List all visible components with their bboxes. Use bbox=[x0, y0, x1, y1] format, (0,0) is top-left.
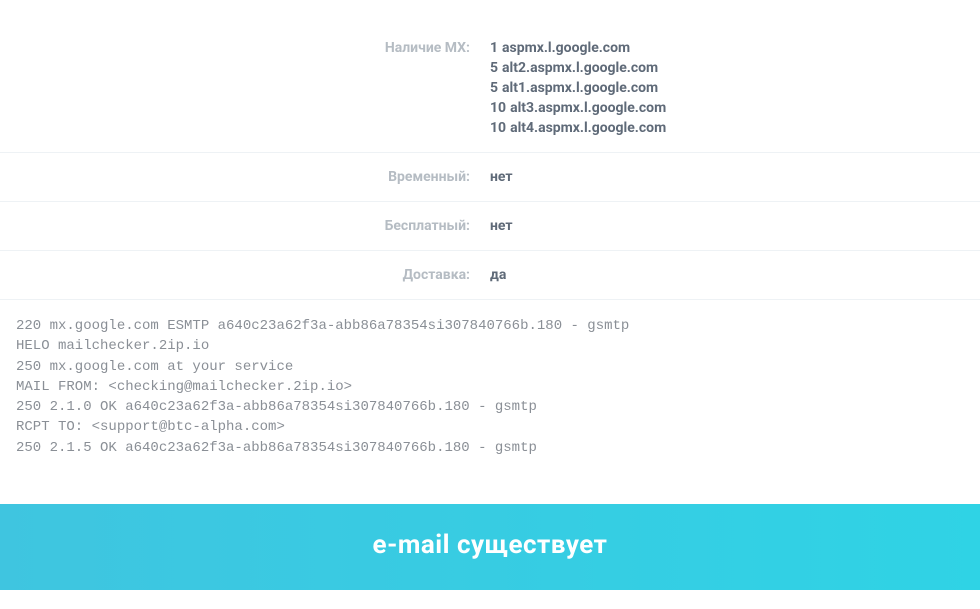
row-delivery-label: Доставка: bbox=[0, 267, 490, 283]
result-rows: Наличие MX: 1 aspmx.l.google.com 5 alt2.… bbox=[0, 0, 980, 300]
row-mx-value: 1 aspmx.l.google.com 5 alt2.aspmx.l.goog… bbox=[490, 40, 980, 136]
smtp-log: 220 mx.google.com ESMTP a640c23a62f3a-ab… bbox=[0, 300, 980, 474]
mx-priority: 1 bbox=[490, 40, 498, 56]
mx-host: alt1.aspmx.l.google.com bbox=[502, 80, 658, 96]
row-temporary-label: Временный: bbox=[0, 169, 490, 185]
mx-entry: 5 alt2.aspmx.l.google.com bbox=[490, 60, 980, 76]
mx-entry: 1 aspmx.l.google.com bbox=[490, 40, 980, 56]
mx-list: 1 aspmx.l.google.com 5 alt2.aspmx.l.goog… bbox=[490, 40, 980, 136]
row-free-value: нет bbox=[490, 218, 980, 234]
result-banner: e-mail существует bbox=[0, 504, 980, 590]
mx-priority: 10 bbox=[490, 120, 506, 136]
mx-entry: 10 alt3.aspmx.l.google.com bbox=[490, 100, 980, 116]
row-delivery: Доставка: да bbox=[0, 251, 980, 300]
row-mx: Наличие MX: 1 aspmx.l.google.com 5 alt2.… bbox=[0, 0, 980, 153]
row-temporary-value: нет bbox=[490, 169, 980, 185]
row-delivery-value: да bbox=[490, 267, 980, 283]
mx-priority: 10 bbox=[490, 100, 506, 116]
mx-entry: 5 alt1.aspmx.l.google.com bbox=[490, 80, 980, 96]
row-free: Бесплатный: нет bbox=[0, 202, 980, 251]
mx-priority: 5 bbox=[490, 60, 498, 76]
mx-host: alt2.aspmx.l.google.com bbox=[502, 60, 658, 76]
mx-priority: 5 bbox=[490, 80, 498, 96]
row-free-label: Бесплатный: bbox=[0, 218, 490, 234]
mx-host: alt3.aspmx.l.google.com bbox=[510, 100, 666, 116]
mx-host: alt4.aspmx.l.google.com bbox=[510, 120, 666, 136]
row-temporary: Временный: нет bbox=[0, 153, 980, 202]
mx-host: aspmx.l.google.com bbox=[502, 40, 630, 56]
mx-entry: 10 alt4.aspmx.l.google.com bbox=[490, 120, 980, 136]
row-mx-label: Наличие MX: bbox=[0, 40, 490, 136]
